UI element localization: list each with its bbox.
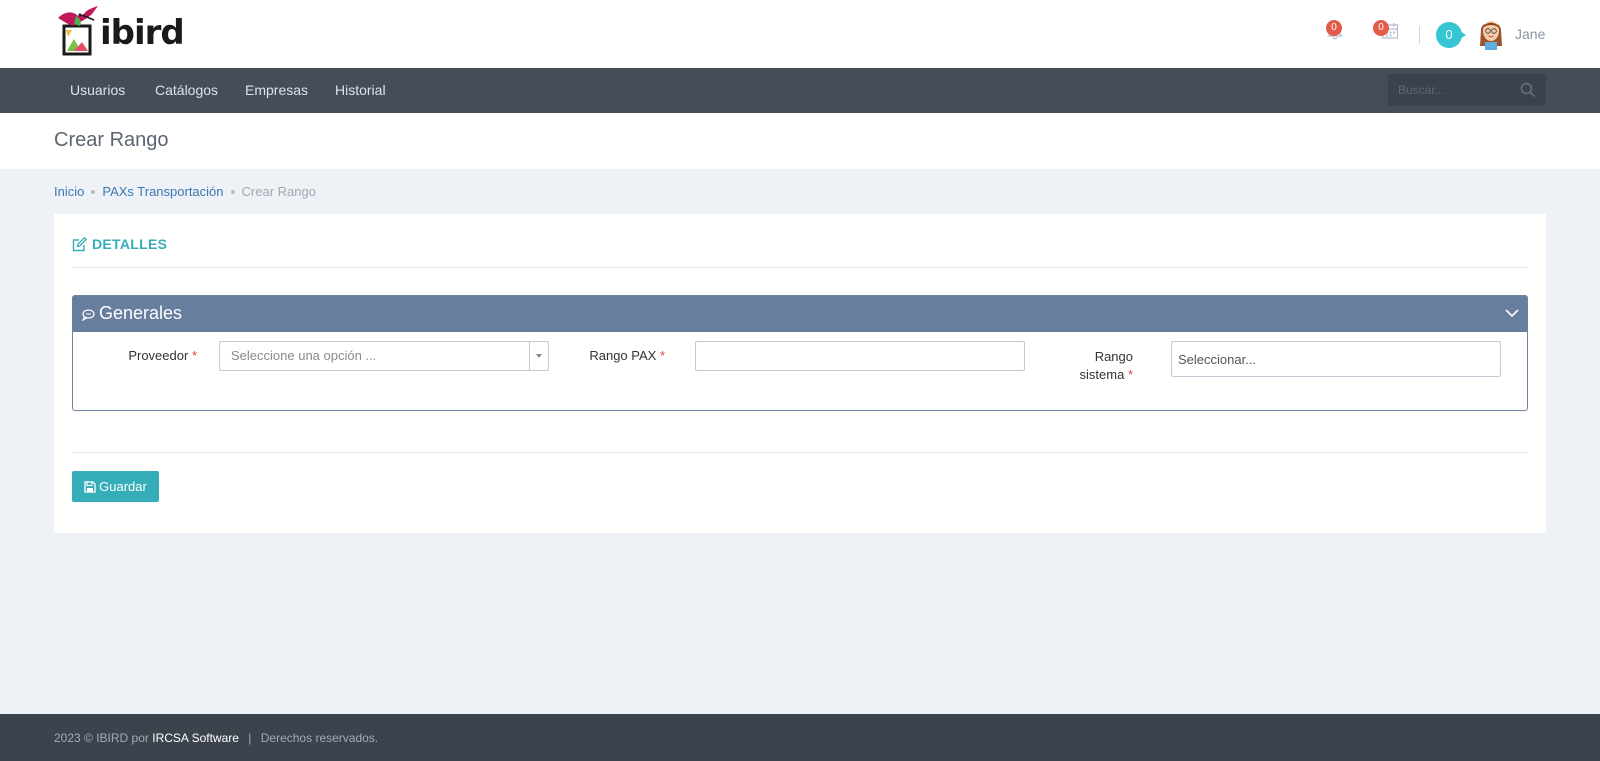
proveedor-select[interactable]: Seleccione una opción ...: [219, 341, 549, 371]
save-button[interactable]: Guardar: [72, 471, 159, 502]
proveedor-label: Proveedor *: [128, 348, 197, 363]
proveedor-select-arrow[interactable]: [529, 342, 548, 370]
breadcrumb-separator: [91, 189, 96, 194]
portlet-header: DETALLES: [72, 236, 167, 252]
save-button-label: Guardar: [99, 479, 147, 494]
details-portlet: DETALLES Generales Proveedor * Seleccion…: [54, 214, 1546, 533]
page-title-bar: Crear Rango: [0, 113, 1600, 169]
brand-name: ibird: [100, 13, 185, 53]
footer-separator: |: [248, 731, 252, 745]
breadcrumb-pax-transportacion[interactable]: PAXs Transportación: [102, 184, 223, 199]
user-avatar[interactable]: [1477, 16, 1505, 50]
nav-item-usuarios[interactable]: Usuarios: [70, 68, 125, 113]
divider: [72, 267, 1528, 268]
generales-panel-header[interactable]: Generales: [73, 296, 1527, 332]
caret-down-icon: [536, 354, 542, 358]
notifications-badge: 0: [1326, 20, 1342, 36]
divider: [72, 452, 1528, 453]
page-title: Crear Rango: [54, 129, 169, 151]
generales-panel: Generales Proveedor * Seleccione una opc…: [72, 295, 1528, 411]
breadcrumb: Inicio PAXs Transportación Crear Rango: [54, 184, 316, 199]
panel-title: Generales: [99, 303, 183, 323]
portlet-title: DETALLES: [92, 236, 168, 252]
tasks-counter[interactable]: 0: [1436, 22, 1466, 48]
search-button[interactable]: [1520, 82, 1536, 103]
user-name[interactable]: Jane: [1515, 26, 1545, 42]
nav-item-catalogos[interactable]: Catálogos: [155, 68, 218, 113]
edit-icon: [72, 236, 87, 251]
rango-sistema-label: Rango sistema *: [1079, 349, 1133, 382]
brand-logo[interactable]: ibird: [54, 4, 185, 56]
rango-pax-label: Rango PAX *: [589, 348, 665, 363]
main-nav: Usuarios Catálogos Empresas Historial: [0, 68, 1600, 113]
nav-item-historial[interactable]: Historial: [335, 68, 386, 113]
rango-pax-input[interactable]: [695, 341, 1025, 371]
footer-rights: Derechos reservados.: [260, 731, 379, 745]
breadcrumb-current: Crear Rango: [241, 184, 316, 199]
search-icon: [1520, 82, 1535, 97]
footer-text: 2023 © IBIRD por IRCSA Software | Derech…: [54, 731, 378, 745]
breadcrumb-inicio[interactable]: Inicio: [54, 184, 84, 199]
header-divider: [1419, 26, 1420, 44]
proveedor-select-placeholder: Seleccione una opción ...: [231, 348, 377, 363]
search-input[interactable]: [1388, 74, 1518, 106]
chevron-down-icon[interactable]: [1505, 308, 1519, 318]
footer-copyright: 2023 © IBIRD por: [54, 731, 149, 745]
footer-company-link[interactable]: IRCSA Software: [152, 731, 239, 745]
calendar-badge: 0: [1373, 20, 1389, 36]
footer: 2023 © IBIRD por IRCSA Software | Derech…: [0, 714, 1600, 761]
comment-icon: [82, 309, 95, 321]
top-header: ibird 0 0 0 Jane: [0, 0, 1600, 68]
nav-item-empresas[interactable]: Empresas: [245, 68, 308, 113]
search-box: [1388, 74, 1546, 106]
breadcrumb-separator: [230, 189, 235, 194]
bird-logo-icon: [58, 6, 98, 56]
save-icon: [84, 480, 96, 493]
rango-sistema-input[interactable]: [1171, 341, 1501, 377]
